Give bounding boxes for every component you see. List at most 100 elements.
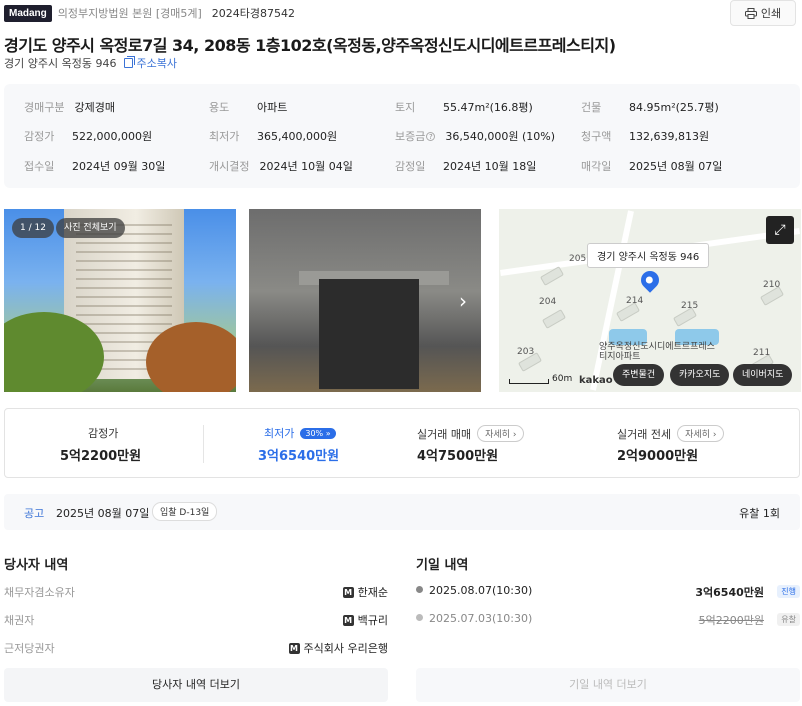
jeonse-col: 실거래 전세 자세히 › 2억9000만원	[617, 409, 797, 477]
map-label: 210	[763, 280, 781, 290]
print-button[interactable]: 인쇄	[730, 0, 796, 26]
notice-label: 공고	[24, 507, 45, 520]
history-amount: 5억2200만원	[698, 614, 764, 627]
deposit-key-text: 보증금	[395, 130, 426, 143]
dot-icon	[416, 614, 423, 621]
info-key: 접수일	[24, 160, 55, 173]
info-value: 2024년 10월 18일	[443, 160, 537, 173]
history-amount: 3억6540만원	[695, 586, 764, 599]
parties-more-button[interactable]: 당사자 내역 더보기	[4, 668, 388, 702]
info-key: 개시결정	[209, 160, 250, 173]
kakao-map-button[interactable]: 카카오지도	[670, 364, 730, 386]
party-role: 근저당권자	[4, 642, 55, 655]
minimum-col: 최저가 30% » 3억6540만원	[204, 409, 402, 477]
detail-label: 자세히	[485, 430, 510, 440]
scale-bar	[509, 379, 549, 384]
brand-logo[interactable]: Madang	[4, 4, 52, 22]
info-item: 보증금? 36,540,000원 (10%)	[395, 128, 555, 144]
info-value: 84.95m²(25.7평)	[629, 101, 719, 114]
lot-address: 경기 양주시 옥정동 946	[4, 57, 117, 70]
copy-address-button[interactable]: 주소복사	[124, 55, 177, 71]
info-item: 접수일 2024년 09월 30일	[24, 158, 165, 174]
map-address-tooltip: 경기 양주시 옥정동 946	[587, 243, 710, 268]
party-row: 채권자 M 백규리	[4, 612, 388, 628]
info-item: 감정일 2024년 10월 18일	[395, 158, 536, 174]
map-label: 215	[681, 301, 699, 311]
info-item: 토지 55.47m²(16.8평)	[395, 99, 533, 115]
property-photo-2[interactable]: ›	[249, 209, 481, 392]
minimum-pct-badge: 30% »	[300, 427, 336, 439]
next-photo-icon[interactable]: ›	[459, 289, 467, 313]
trade-detail-button[interactable]: 자세히 ›	[477, 425, 525, 442]
info-value: 강제경매	[74, 101, 115, 114]
jeonse-label: 실거래 전세	[617, 427, 672, 441]
mask-m-icon: M	[342, 614, 354, 626]
history-row: 2025.08.07(10:30) 3억6540만원 진행	[416, 584, 800, 599]
info-item: 매각일 2025년 08월 07일	[581, 158, 722, 174]
info-value: 522,000,000원	[72, 130, 153, 143]
entrance-image	[319, 279, 419, 389]
expand-icon[interactable]: ⤢	[766, 216, 794, 244]
copy-label: 주소복사	[136, 57, 177, 70]
jeonse-detail-button[interactable]: 자세히 ›	[677, 425, 725, 442]
trade-label-row: 실거래 매매 자세히 ›	[417, 425, 525, 442]
nearby-items-button[interactable]: 주변물건	[613, 364, 665, 386]
naver-map-button[interactable]: 네이버지도	[733, 364, 793, 386]
history-date: 2025.07.03(10:30)	[429, 612, 533, 625]
info-item: 감정가 522,000,000원	[24, 128, 152, 144]
header-bar: Madang 의정부지방법원 본원 [경매5계] 2024타경87542	[4, 4, 295, 22]
case-number: 2024타경87542	[211, 7, 296, 20]
info-value: 365,400,000원	[257, 130, 338, 143]
party-name: 한재순	[357, 586, 388, 599]
party-name-wrap: M 한재순	[342, 584, 388, 600]
map-label: 211	[753, 348, 771, 358]
map-brand: kakao	[579, 375, 613, 386]
info-value: 55.47m²(16.8평)	[443, 101, 533, 114]
trade-col: 실거래 매매 자세히 › 4억7500만원	[417, 409, 607, 477]
appraisal-label: 감정가	[88, 427, 119, 440]
history-date: 2025.08.07(10:30)	[429, 584, 533, 597]
map-label: 205	[569, 254, 587, 264]
info-key: 토지	[395, 101, 416, 114]
info-key: 최저가	[209, 130, 240, 143]
location-pin-icon	[637, 267, 663, 293]
dot-icon	[416, 586, 423, 593]
page-title: 경기도 양주시 옥정로7길 34, 208동 1층102호(옥정동,양주옥정신도…	[4, 36, 616, 55]
price-summary: 감정가 5억2200만원 최저가 30% » 3억6540만원 실거래 매매 자…	[4, 408, 800, 478]
jeonse-label-row: 실거래 전세 자세히 ›	[617, 425, 725, 442]
question-icon[interactable]: ?	[426, 132, 436, 141]
copy-icon	[124, 56, 136, 68]
scale-label: 60m	[552, 374, 573, 384]
printer-icon	[744, 7, 757, 19]
info-item: 개시결정 2024년 10월 04일	[209, 158, 353, 174]
double-chevron-down-icon: »	[325, 428, 331, 438]
info-key: 청구액	[581, 130, 612, 143]
location-map[interactable]: 205 204 214 215 210 203 211 양주옥정신도시디에트르프…	[499, 209, 801, 392]
map-label: 204	[539, 297, 557, 307]
parties-title: 당사자 내역	[4, 558, 69, 573]
info-key: 경매구분	[24, 101, 65, 114]
info-key: 건물	[581, 101, 602, 114]
map-building	[541, 309, 567, 329]
info-value: 2025년 08월 07일	[629, 160, 723, 173]
map-scale: 60m	[509, 374, 572, 384]
photo-counter: 1 / 12	[12, 218, 54, 238]
notice-date: 2025년 08월 07일	[56, 507, 150, 520]
info-value: 132,639,813원	[629, 130, 710, 143]
info-value: 아파트	[257, 101, 288, 114]
history-more-button[interactable]: 기일 내역 더보기	[416, 668, 800, 702]
mask-m-icon: M	[288, 642, 300, 654]
print-label: 인쇄	[760, 7, 782, 20]
minimum-label-row: 최저가 30% »	[264, 425, 336, 441]
history-title: 기일 내역	[416, 558, 469, 573]
property-photo-1[interactable]: 1 / 12 사진 전체보기	[4, 209, 236, 392]
party-row: 채무자겸소유자 M 한재순	[4, 584, 388, 600]
info-key: 보증금?	[395, 128, 436, 144]
appraisal-col: 감정가 5억2200만원	[5, 409, 203, 477]
trade-label: 실거래 매매	[417, 427, 472, 441]
view-all-photos-button[interactable]: 사진 전체보기	[56, 218, 125, 238]
court-name: 의정부지방법원 본원 [경매5계]	[57, 7, 202, 20]
info-item: 건물 84.95m²(25.7평)	[581, 99, 719, 115]
info-value: 36,540,000원 (10%)	[445, 130, 556, 143]
trade-value: 4억7500만원	[417, 449, 499, 464]
